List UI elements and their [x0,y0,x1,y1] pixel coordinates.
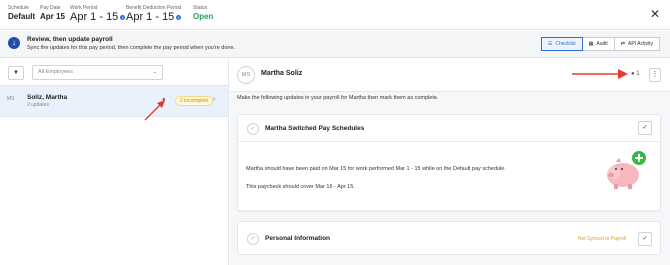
comment-icon: ● [631,71,635,77]
audit-icon: ▦ [588,41,594,47]
chevron-down-icon: ⌄ [152,69,157,75]
work-period-value: Apr 1 - 15 i [70,11,126,24]
comments-button[interactable]: ● 1 [631,71,640,77]
mark-complete-button[interactable]: ✓ [638,121,652,135]
card-body-text: This paycheck should cover Mar 16 - Apr … [246,184,355,190]
tab-api-activity[interactable]: ⇄ API Activity [614,37,660,51]
detail-header: MS Martha Soliz ● 1 ⋮ [230,59,670,92]
card-title: Martha Switched Pay Schedules [265,125,365,132]
tab-checklist-label: Checklist [555,41,576,47]
employee-select-placeholder: All Employees [38,69,73,75]
employee-name-heading: Martha Soliz [261,70,303,77]
mark-complete-button[interactable]: ✓ [638,232,652,246]
benefit-deduction-field: Benefit Deduction Period Apr 1 - 15 i [126,5,182,24]
employee-name: Soliz, Martha [27,94,68,101]
checklist-icon: ☰ [547,41,553,47]
divider [238,141,660,142]
instructions-text: Make the following updates in your payro… [237,95,439,101]
card-title: Personal Information [265,235,331,242]
tab-audit[interactable]: ▦ Audit [582,37,615,51]
checkmark-icon: ✓ [642,236,648,242]
check-circle-icon: ✓ [247,123,259,135]
review-banner: ↓ Review, then update payroll Sync the u… [0,31,670,58]
sync-status-label: Not Synced to Payroll [578,236,627,242]
employee-list-pane: ▼ All Employees ⌄ MS Soliz, Martha 2 upd… [0,59,229,265]
piggy-bank-illustration [607,151,646,189]
kebab-icon: ⋮ [651,71,659,78]
info-icon[interactable]: i [176,14,182,20]
down-arrow-circle-icon: ↓ [8,37,20,49]
schedule-value: Default [8,12,36,21]
banner-subtitle: Sync the updates for this pay period, th… [27,45,236,51]
comment-icon: ● [162,97,166,103]
avatar: MS [237,66,255,84]
employee-list-item[interactable]: MS Soliz, Martha 2 updates ● 2 incomplet… [0,85,228,117]
tab-checklist[interactable]: ☰ Checklist [540,37,583,51]
pay-date-value: Apr 15 [40,12,65,21]
payroll-review-screen: Schedule Default Pay Date Apr 15 Work Pe… [0,0,670,265]
incomplete-badge: 2 incomplete [175,96,214,106]
status-value: Open [193,12,214,21]
pay-date-field: Pay Date Apr 15 [40,5,65,22]
update-card-pay-schedule: ✓ Martha Switched Pay Schedules ✓ Martha… [237,114,661,211]
checkmark-icon: ✓ [642,125,648,131]
filter-icon: ▼ [13,70,19,76]
check-circle-icon: ✓ [247,233,259,245]
api-icon: ⇄ [620,41,625,47]
comment-count: 1 [636,71,640,77]
avatar: MS [7,96,15,102]
card-body-text: Martha should have been paid on Mar 15 f… [246,166,506,172]
work-period-field: Work Period Apr 1 - 15 i [70,5,126,24]
employee-updates-count: 2 updates [27,102,49,108]
close-icon[interactable]: ✕ [650,8,660,20]
more-options-button[interactable]: ⋮ [649,68,661,82]
banner-title: Review, then update payroll [27,36,113,43]
pay-period-header: Schedule Default Pay Date Apr 15 Work Pe… [0,0,670,30]
benefit-deduction-value: Apr 1 - 15 i [126,11,182,24]
tab-audit-label: Audit [596,41,608,47]
benefit-deduction-text: Apr 1 - 15 [126,11,175,23]
schedule-field: Schedule Default [8,5,35,22]
view-tabs: ☰ Checklist ▦ Audit ⇄ API Activity [540,37,660,51]
update-card-personal-information: ✓ Personal Information Not Synced to Pay… [237,221,661,255]
employee-detail-pane: MS Martha Soliz ● 1 ⋮ Make the following… [230,59,670,265]
info-icon[interactable]: i [120,14,126,20]
filter-button[interactable]: ▼ [8,66,24,80]
work-period-text: Apr 1 - 15 [70,11,119,23]
status-field: Status Open [193,5,213,22]
tab-api-activity-label: API Activity [627,41,653,47]
employee-select[interactable]: All Employees ⌄ [32,65,163,80]
chevron-right-icon: › [213,96,216,103]
